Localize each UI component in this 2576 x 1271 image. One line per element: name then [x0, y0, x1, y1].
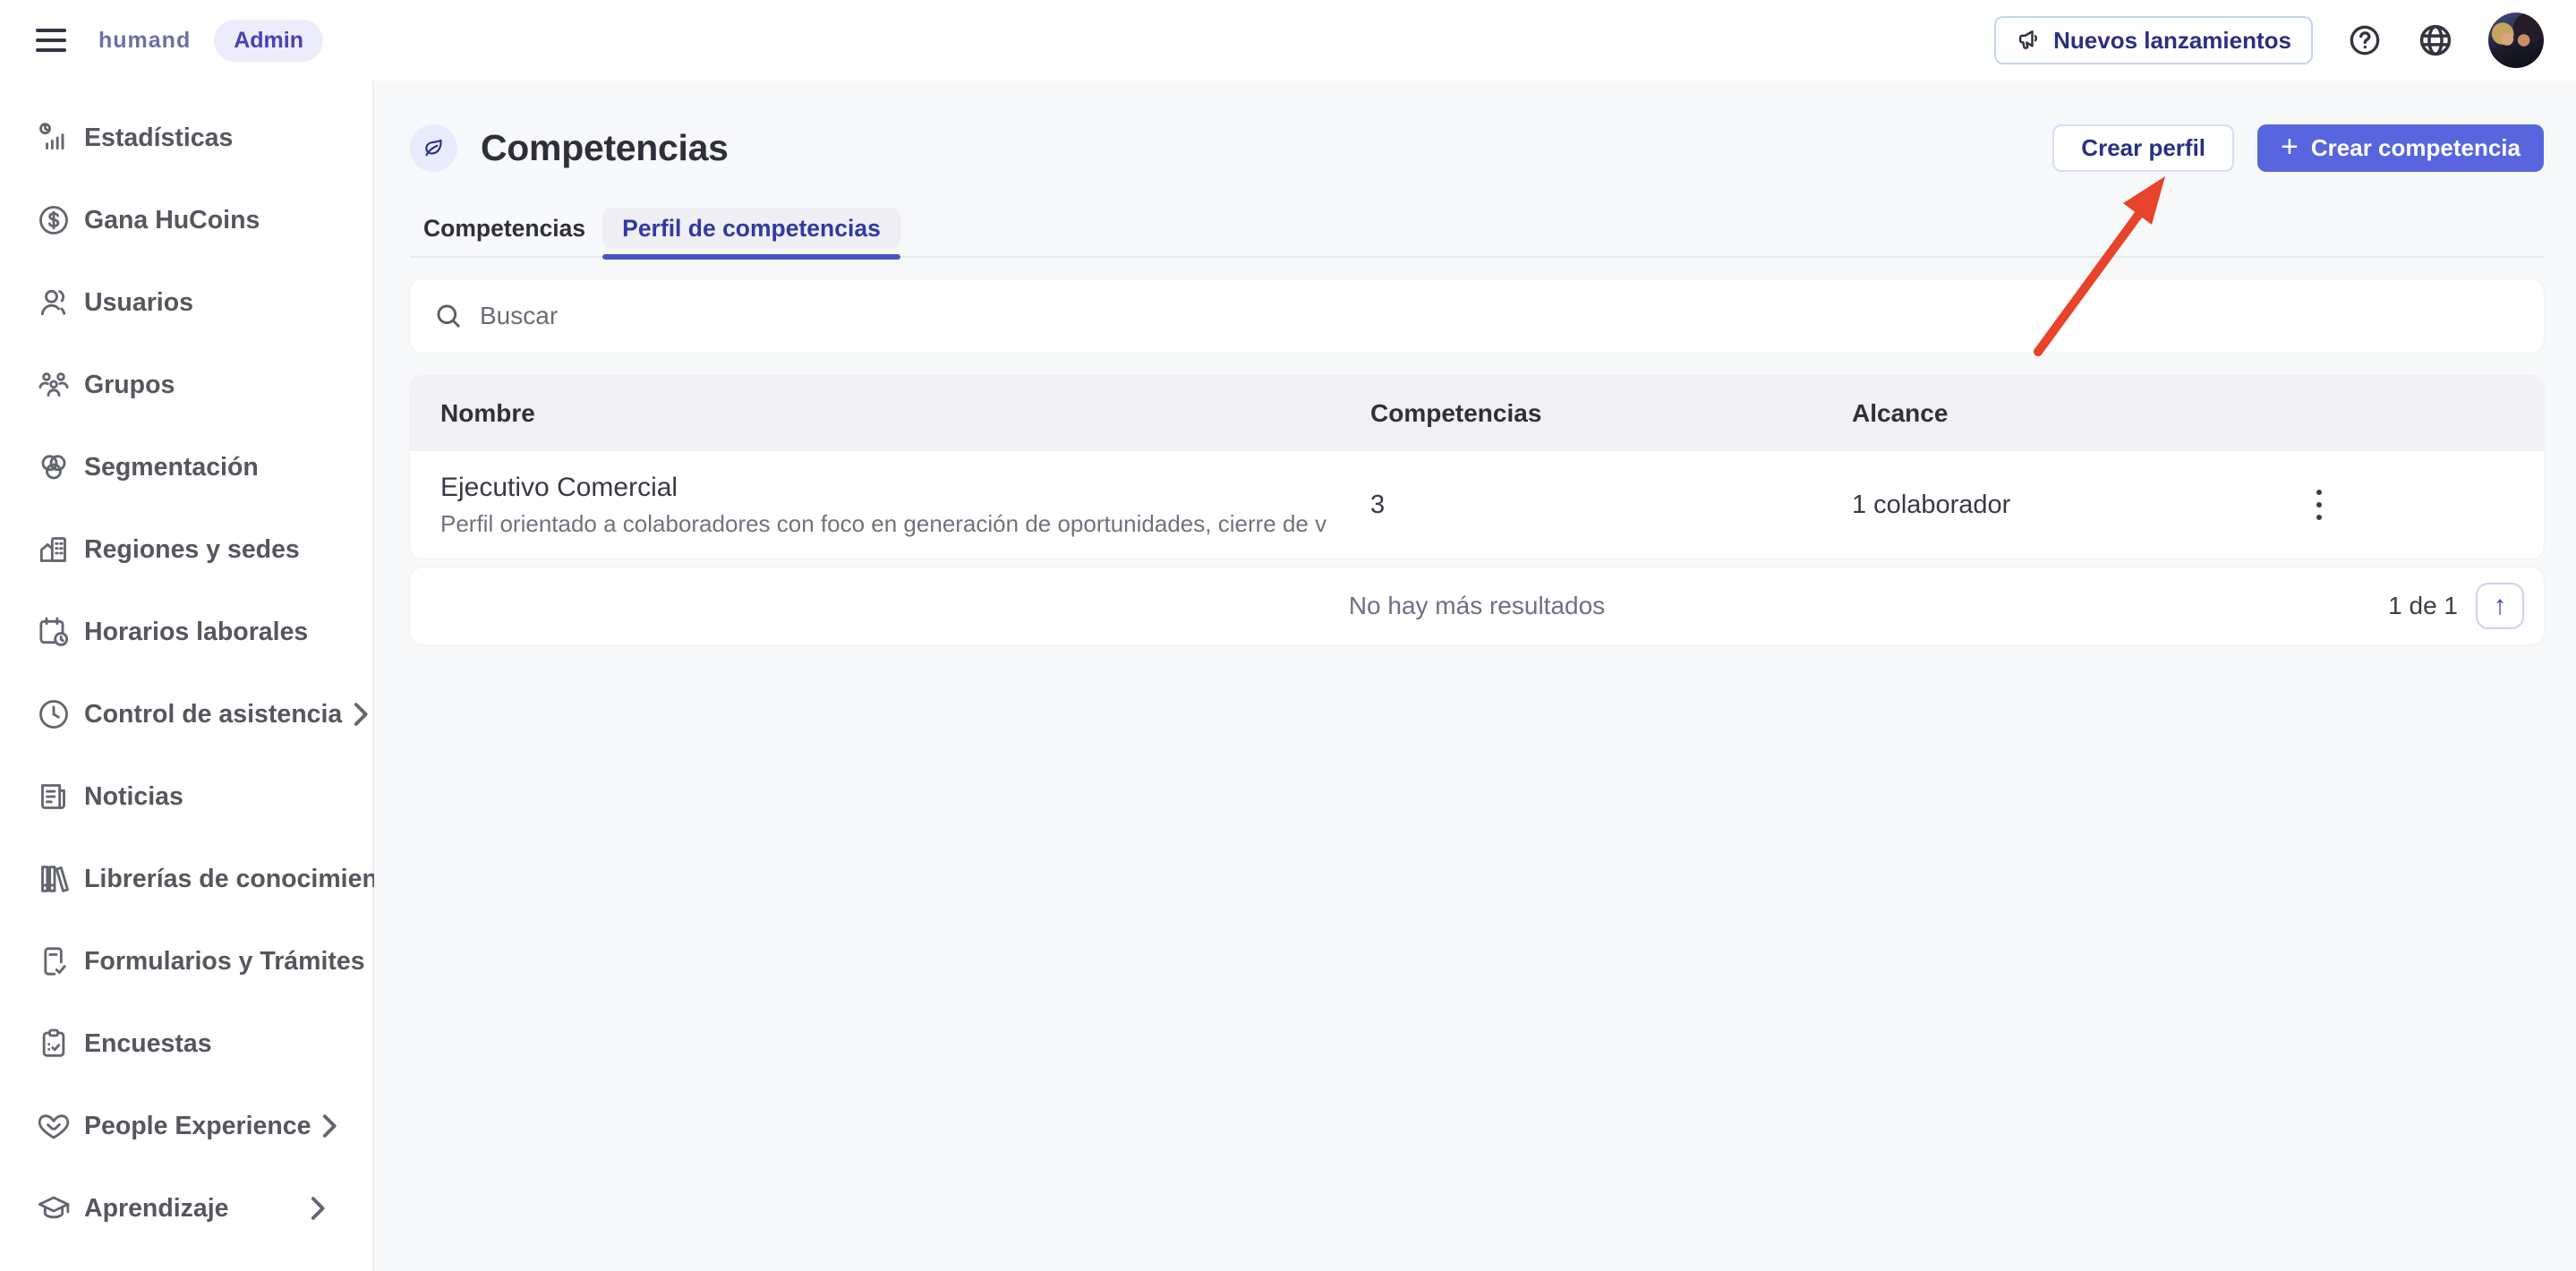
user-icon [36, 285, 72, 320]
chevron-right-icon [342, 696, 378, 732]
stats-icon [36, 120, 72, 156]
search-input[interactable] [480, 302, 2521, 330]
profile-name: Ejecutivo Comercial [440, 473, 1370, 503]
scroll-top-button[interactable]: ↑ [2476, 583, 2524, 629]
sidebar-label: Gana HuCoins [84, 206, 260, 235]
chevron-right-icon [311, 1108, 346, 1144]
create-competency-button[interactable]: + Crear competencia [2257, 124, 2544, 172]
sidebar-item-noticias[interactable]: Noticias [0, 755, 372, 838]
arrow-up-icon: ↑ [2494, 591, 2507, 621]
create-competency-label: Crear competencia [2311, 134, 2521, 162]
sidebar-item-encuestas[interactable]: Encuestas [0, 1002, 372, 1085]
topbar: humand Admin Nuevos lanzamientos [0, 0, 2576, 81]
pagination-label: 1 de 1 [2388, 592, 2458, 620]
sidebar-item-segmentacion[interactable]: Segmentación [0, 426, 372, 508]
sidebar-item-horarios-laborales[interactable]: Horarios laborales [0, 591, 372, 673]
search-icon [433, 301, 464, 331]
new-releases-label: Nuevos lanzamientos [2053, 27, 2291, 55]
chevron-right-icon [299, 1190, 335, 1226]
create-profile-button[interactable]: Crear perfil [2052, 124, 2234, 172]
sidebar-label: Regiones y sedes [84, 535, 300, 565]
help-circle-icon [2347, 22, 2383, 58]
profile-description: Perfil orientado a colaboradores con foc… [440, 510, 1326, 538]
building-icon [36, 532, 72, 567]
sidebar-label: People Experience [84, 1112, 311, 1141]
sidebar-item-control-de-asistencia[interactable]: Control de asistencia [0, 673, 372, 755]
sidebar: Estadísticas Gana HuCoins Usuarios Grupo… [0, 81, 374, 1271]
humand-logo[interactable]: humand [98, 28, 191, 54]
leaf-icon [421, 134, 448, 161]
sidebar-label: Librerías de conocimiento [84, 865, 402, 894]
plus-icon: + [2281, 132, 2299, 162]
sidebar-item-usuarios[interactable]: Usuarios [0, 261, 372, 344]
sidebar-label: Horarios laborales [84, 618, 308, 647]
sidebar-label: Encuestas [84, 1029, 212, 1059]
sidebar-label: Noticias [84, 782, 183, 812]
sidebar-item-librerias-de-conocimiento[interactable]: Librerías de conocimiento [0, 838, 372, 920]
table-row[interactable]: Ejecutivo Comercial Perfil orientado a c… [410, 451, 2544, 559]
sidebar-item-formularios-y-tramites[interactable]: Formularios y Trámites [0, 920, 372, 1002]
tab-competencias[interactable]: Competencias [410, 208, 599, 249]
table-header-row: Nombre Competencias Alcance [410, 376, 2544, 451]
sidebar-label: Grupos [84, 371, 175, 400]
sidebar-label: Aprendizaje [84, 1194, 229, 1224]
column-header-alcance: Alcance [1852, 399, 2544, 428]
page-title-icon-circle [410, 124, 457, 172]
coin-icon [36, 202, 72, 238]
profile-alcance: 1 colaborador [1852, 490, 2544, 520]
sidebar-item-people-experience[interactable]: People Experience [0, 1085, 372, 1167]
column-header-competencias: Competencias [1370, 399, 1852, 428]
new-releases-button[interactable]: Nuevos lanzamientos [1994, 16, 2313, 64]
newspaper-icon [36, 779, 72, 815]
tab-perfil-de-competencias[interactable]: Perfil de competencias [602, 208, 900, 249]
profile-competencias-count: 3 [1370, 490, 1852, 520]
profiles-table: Nombre Competencias Alcance Ejecutivo Co… [410, 376, 2544, 559]
clock-icon [36, 696, 72, 732]
globe-icon [2417, 21, 2454, 59]
sidebar-label: Control de asistencia [84, 700, 342, 729]
books-icon [36, 861, 72, 897]
search-bar [410, 279, 2544, 353]
heart-handshake-icon [36, 1108, 72, 1144]
megaphone-icon [2016, 27, 2043, 54]
group-icon [36, 367, 72, 403]
menu-icon[interactable] [36, 29, 66, 52]
sidebar-label: Usuarios [84, 288, 193, 318]
graduation-cap-icon [36, 1190, 72, 1226]
user-avatar[interactable] [2488, 13, 2544, 68]
sidebar-item-estadisticas[interactable]: Estadísticas [0, 97, 372, 179]
sidebar-item-regiones-y-sedes[interactable]: Regiones y sedes [0, 508, 372, 591]
tab-bar: Competencias Perfil de competencias [410, 208, 2544, 249]
sidebar-label: Formularios y Trámites [84, 947, 365, 977]
form-check-icon [36, 943, 72, 979]
sidebar-label: Segmentación [84, 453, 259, 482]
row-actions-kebab-icon[interactable] [2307, 481, 2331, 529]
admin-badge: Admin [214, 20, 323, 62]
calendar-clock-icon [36, 614, 72, 650]
help-button[interactable] [2347, 22, 2383, 58]
venn-icon [36, 449, 72, 485]
column-header-nombre: Nombre [440, 399, 1370, 428]
sidebar-item-gana-hucoins[interactable]: Gana HuCoins [0, 179, 372, 261]
table-footer: No hay más resultados 1 de 1 ↑ [410, 567, 2544, 644]
main-content: Competencias Crear perfil + Crear compet… [374, 81, 2576, 1271]
no-more-results-text: No hay más resultados [1349, 592, 1605, 620]
sidebar-item-aprendizaje[interactable]: Aprendizaje [0, 1167, 372, 1250]
clipboard-check-icon [36, 1026, 72, 1062]
page-title: Competencias [481, 127, 729, 169]
sidebar-label: Estadísticas [84, 124, 233, 153]
sidebar-item-grupos[interactable]: Grupos [0, 344, 372, 426]
language-button[interactable] [2417, 21, 2454, 59]
